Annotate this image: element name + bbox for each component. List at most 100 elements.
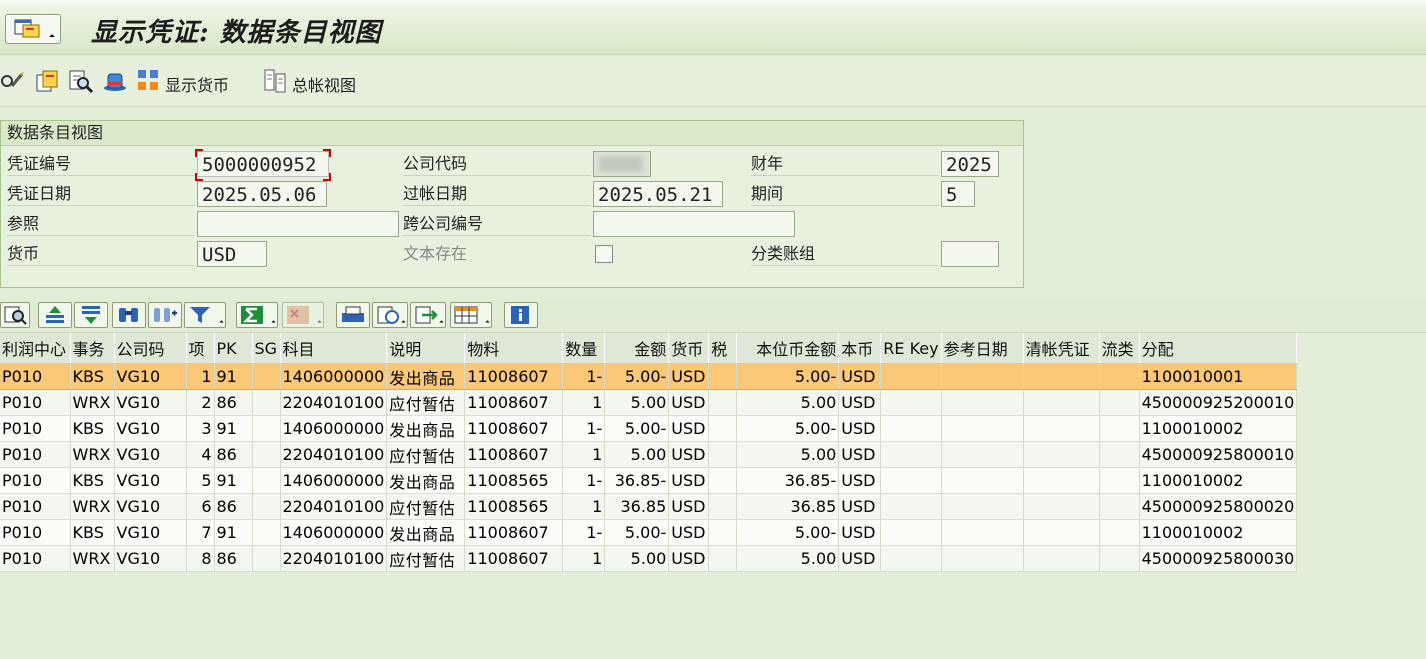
table-cell[interactable]: USD (838, 519, 882, 546)
table-cell[interactable]: 11008565 (464, 493, 564, 520)
table-row[interactable]: P010 KBS VG10 1 91 1406000000 发出商品 11008607 1- 5.… (0, 363, 1298, 390)
table-cell[interactable]: 91 (214, 519, 253, 546)
table-cell[interactable] (880, 363, 942, 390)
table-cell[interactable]: 1 (562, 441, 606, 468)
table-cell[interactable]: 发出商品 (386, 467, 466, 494)
table-cell[interactable]: 发出商品 (386, 519, 466, 546)
details-button[interactable] (0, 302, 30, 328)
column-header[interactable]: PK (214, 333, 253, 364)
table-cell[interactable]: 36.85- (736, 467, 840, 494)
table-cell[interactable] (708, 363, 738, 390)
table-cell[interactable]: USD (838, 467, 882, 494)
table-cell[interactable] (1023, 545, 1100, 572)
table-cell[interactable]: USD (668, 519, 710, 546)
find-button[interactable] (112, 302, 146, 328)
table-cell[interactable]: 1- (562, 519, 606, 546)
table-cell[interactable] (880, 467, 942, 494)
table-cell[interactable]: P010 (0, 493, 71, 520)
table-cell[interactable] (708, 441, 738, 468)
table-cell[interactable]: 发出商品 (386, 415, 466, 442)
table-cell[interactable]: 2 (186, 389, 215, 416)
table-cell[interactable]: P010 (0, 363, 71, 390)
table-cell[interactable]: USD (838, 441, 882, 468)
column-header[interactable]: 数量 (562, 333, 606, 364)
cross-company-field[interactable] (593, 211, 795, 237)
table-cell[interactable]: KBS (70, 415, 115, 442)
posting-date-field[interactable]: 2025.05.21 (593, 181, 723, 207)
table-cell[interactable] (941, 441, 1024, 468)
table-cell[interactable]: 36.85- (604, 467, 670, 494)
doc-number-field[interactable]: 5000000952 (197, 151, 329, 177)
table-cell[interactable]: 5.00- (604, 519, 670, 546)
currency-blocks-icon[interactable] (136, 68, 162, 94)
column-header[interactable]: 本位币金额 (736, 333, 840, 364)
column-header[interactable]: 项 (186, 333, 215, 364)
table-cell[interactable]: P010 (0, 467, 71, 494)
column-header[interactable]: 说明 (386, 333, 466, 364)
table-cell[interactable] (880, 519, 942, 546)
table-cell[interactable]: WRX (70, 441, 115, 468)
other-document-icon[interactable] (34, 68, 60, 94)
table-row[interactable]: P010 WRX VG10 2 86 2204010100 应付暂估 11008607 1 5.0… (0, 389, 1298, 416)
find-next-button[interactable] (148, 302, 182, 328)
table-cell[interactable]: 应付暂估 (386, 441, 466, 468)
table-cell[interactable]: 5 (186, 467, 215, 494)
table-cell[interactable] (880, 441, 942, 468)
table-cell[interactable] (1099, 441, 1140, 468)
table-cell[interactable] (708, 519, 738, 546)
table-cell[interactable] (1099, 545, 1140, 572)
table-cell[interactable]: 5.00- (736, 519, 840, 546)
export-button[interactable] (410, 302, 446, 328)
table-cell[interactable] (941, 519, 1024, 546)
table-cell[interactable]: USD (838, 545, 882, 572)
table-cell[interactable] (880, 415, 942, 442)
table-cell[interactable] (252, 363, 281, 390)
table-cell[interactable] (1023, 415, 1100, 442)
table-cell[interactable]: WRX (70, 389, 115, 416)
table-cell[interactable]: 5.00- (736, 415, 840, 442)
fiscal-year-field[interactable]: 2025 (941, 151, 999, 177)
table-row[interactable]: P010 WRX VG10 8 86 2204010100 应付暂估 11008607 1 5.0… (0, 545, 1298, 572)
table-cell[interactable]: 1- (562, 467, 606, 494)
table-cell[interactable] (708, 545, 738, 572)
table-cell[interactable]: USD (668, 389, 710, 416)
table-cell[interactable] (1023, 441, 1100, 468)
table-cell[interactable] (1099, 363, 1140, 390)
table-cell[interactable] (941, 493, 1024, 520)
table-cell[interactable] (1023, 389, 1100, 416)
sort-descending-button[interactable] (74, 302, 108, 328)
table-cell[interactable]: P010 (0, 545, 71, 572)
table-cell[interactable]: 11008607 (464, 415, 564, 442)
table-cell[interactable]: VG10 (114, 545, 187, 572)
table-cell[interactable] (880, 389, 942, 416)
currency-field[interactable]: USD (197, 241, 267, 267)
reference-field[interactable] (197, 211, 399, 237)
table-cell[interactable]: 1406000000 (280, 363, 388, 390)
system-menu-button[interactable] (5, 14, 61, 44)
table-cell[interactable]: USD (838, 415, 882, 442)
table-cell[interactable]: 2204010100 (280, 389, 388, 416)
table-cell[interactable]: P010 (0, 415, 71, 442)
table-cell[interactable]: 2204010100 (280, 493, 388, 520)
table-row[interactable]: P010 KBS VG10 5 91 1406000000 发出商品 11008565 1- 36… (0, 467, 1298, 494)
table-cell[interactable]: 发出商品 (386, 363, 466, 390)
table-cell[interactable]: KBS (70, 519, 115, 546)
table-cell[interactable]: 11008607 (464, 441, 564, 468)
table-cell[interactable]: 1100010002 (1139, 519, 1298, 546)
table-cell[interactable]: 5.00 (604, 545, 670, 572)
table-cell[interactable]: VG10 (114, 389, 187, 416)
table-cell[interactable]: 1- (562, 415, 606, 442)
document-search-icon[interactable] (68, 68, 94, 94)
doc-date-field[interactable]: 2025.05.06 (197, 181, 327, 207)
table-cell[interactable]: 11008565 (464, 467, 564, 494)
hat-icon[interactable] (102, 68, 128, 94)
table-cell[interactable] (941, 545, 1024, 572)
table-cell[interactable]: 11008607 (464, 363, 564, 390)
table-cell[interactable] (941, 415, 1024, 442)
table-cell[interactable] (1099, 519, 1140, 546)
column-header[interactable]: SG (252, 333, 281, 364)
column-header[interactable]: 公司码 (114, 333, 187, 364)
table-cell[interactable]: 5.00 (736, 389, 840, 416)
layout-button[interactable] (450, 302, 492, 328)
sort-ascending-button[interactable] (38, 302, 72, 328)
